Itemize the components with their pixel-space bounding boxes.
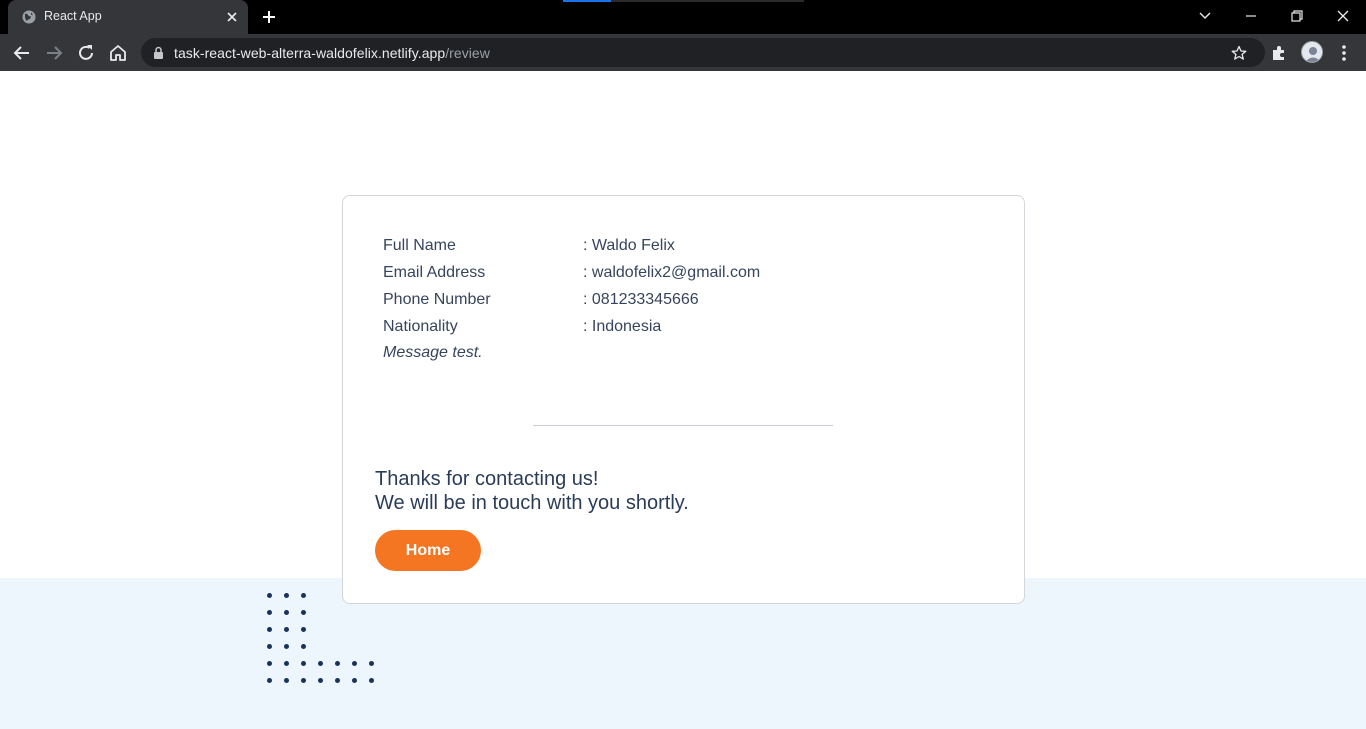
- decorative-dot: [284, 644, 289, 649]
- address-bar[interactable]: task-react-web-alterra-waldofelix.netlif…: [141, 38, 1265, 67]
- close-window-icon[interactable]: [1335, 8, 1351, 24]
- divider: [533, 425, 833, 426]
- close-tab-icon[interactable]: [225, 10, 239, 24]
- tab-strip: React App: [0, 0, 1366, 34]
- loading-track: [611, 0, 804, 2]
- decorative-dot: [301, 678, 306, 683]
- field-value: : Waldo Felix: [583, 237, 675, 254]
- new-tab-icon[interactable]: [261, 9, 277, 25]
- decorative-dot: [267, 610, 272, 615]
- thanks-message: Thanks for contacting us! We will be in …: [375, 467, 689, 515]
- url-path: /review: [445, 45, 490, 61]
- tab-title: React App: [44, 9, 102, 23]
- decorative-dot: [335, 678, 340, 683]
- home-button[interactable]: Home: [375, 530, 481, 571]
- decorative-dot: [267, 627, 272, 632]
- browser-toolbar: task-react-web-alterra-waldofelix.netlif…: [0, 34, 1366, 71]
- decorative-dot: [369, 661, 374, 666]
- profile-avatar[interactable]: [1301, 41, 1323, 63]
- page-content: Full Name : Waldo Felix Email Address : …: [0, 71, 1366, 729]
- back-arrow-icon[interactable]: [12, 43, 32, 63]
- decorative-dot: [318, 678, 323, 683]
- thanks-line-2: We will be in touch with you shortly.: [375, 492, 689, 514]
- decorative-dot: [335, 661, 340, 666]
- thanks-line-1: Thanks for contacting us!: [375, 468, 599, 490]
- field-label: Phone Number: [383, 291, 491, 308]
- field-value: : 081233345666: [583, 291, 699, 308]
- field-value: : waldofelix2@gmail.com: [583, 264, 761, 281]
- decorative-dot: [301, 610, 306, 615]
- decorative-dot: [352, 678, 357, 683]
- decorative-dot: [284, 610, 289, 615]
- browser-tab[interactable]: React App: [8, 0, 248, 34]
- forward-arrow-icon[interactable]: [44, 43, 64, 63]
- restore-icon[interactable]: [1289, 8, 1305, 24]
- field-label: Email Address: [383, 264, 486, 281]
- decorative-dot: [267, 593, 272, 598]
- decorative-dot: [284, 678, 289, 683]
- decorative-dot: [301, 593, 306, 598]
- decorative-dot: [284, 593, 289, 598]
- home-icon[interactable]: [108, 43, 128, 63]
- loading-indicator: [563, 0, 611, 2]
- decorative-dot: [369, 678, 374, 683]
- globe-icon: [22, 10, 36, 24]
- review-card: Full Name : Waldo Felix Email Address : …: [342, 195, 1025, 604]
- field-label: Full Name: [383, 237, 456, 254]
- minimize-icon[interactable]: [1243, 8, 1259, 24]
- reload-icon[interactable]: [76, 43, 96, 63]
- extensions-puzzle-icon[interactable]: [1270, 44, 1288, 62]
- url-text[interactable]: task-react-web-alterra-waldofelix.netlif…: [174, 45, 490, 61]
- field-label: Nationality: [383, 318, 458, 335]
- field-value: : Indonesia: [583, 318, 662, 335]
- decorative-dot: [284, 627, 289, 632]
- more-menu-icon[interactable]: [1336, 44, 1352, 62]
- url-host: task-react-web-alterra-waldofelix.netlif…: [174, 45, 446, 61]
- decorative-dot: [318, 661, 323, 666]
- decorative-dot: [267, 678, 272, 683]
- avatar-icon: [1302, 42, 1322, 62]
- tab-search-icon[interactable]: [1197, 8, 1213, 24]
- decorative-dot: [267, 644, 272, 649]
- decorative-dot: [352, 661, 357, 666]
- review-message: Message test.: [383, 344, 483, 361]
- bookmark-star-icon[interactable]: [1231, 45, 1247, 61]
- decorative-dot: [267, 661, 272, 666]
- lock-icon[interactable]: [153, 46, 164, 59]
- decorative-dot: [284, 661, 289, 666]
- decorative-dot: [301, 627, 306, 632]
- decorative-dot: [301, 661, 306, 666]
- decorative-dot: [301, 644, 306, 649]
